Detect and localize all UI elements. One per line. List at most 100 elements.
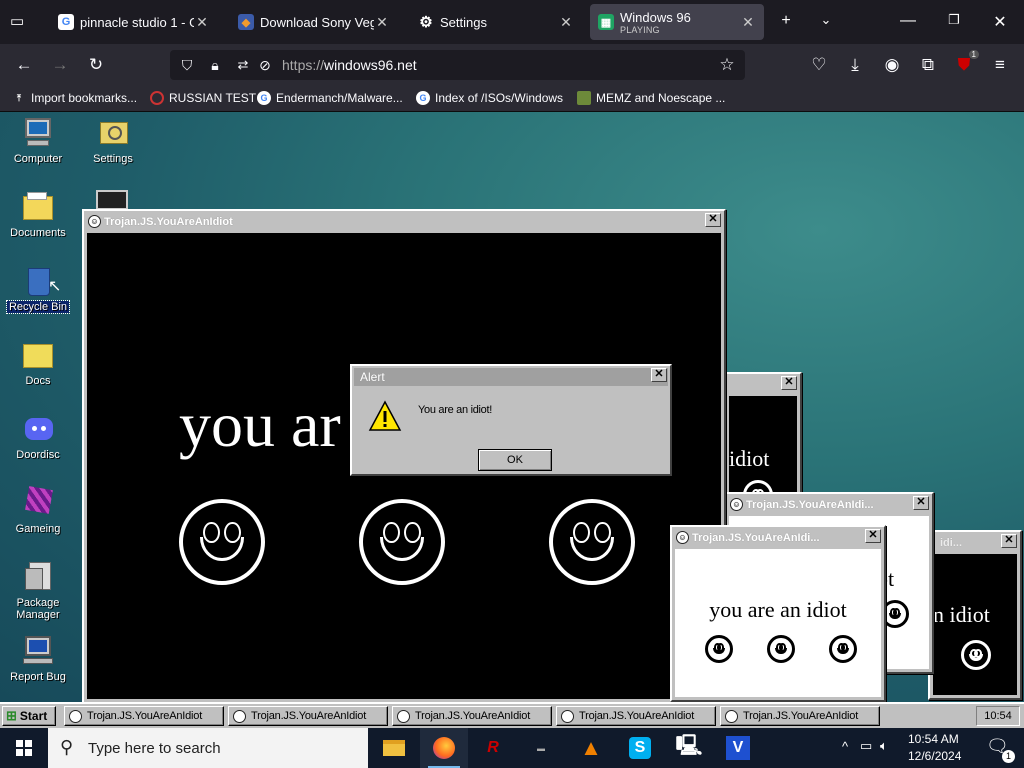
desktop-icon-gameing[interactable]: Gameing: [0, 486, 76, 535]
minimize-icon[interactable]: —: [898, 12, 918, 30]
smiley-icon: [359, 499, 445, 585]
app-dark-icon[interactable]: ▬: [517, 728, 565, 768]
system-time[interactable]: 10:54 AM: [908, 732, 959, 746]
alert-titlebar[interactable]: Alert: [354, 368, 668, 386]
close-icon[interactable]: ✕: [558, 14, 574, 31]
smiley-icon: [767, 635, 795, 663]
app-v-icon[interactable]: V: [714, 728, 762, 768]
ok-button[interactable]: OK: [478, 449, 552, 471]
desktop-icon-doordisc[interactable]: Doordisc: [0, 412, 76, 461]
restore-icon[interactable]: ❐: [944, 12, 964, 28]
taskbar-item[interactable]: Trojan.JS.YouAreAnIdiot: [64, 706, 224, 726]
firefox-icon[interactable]: [420, 728, 468, 768]
window-close-icon[interactable]: ✕: [990, 12, 1010, 32]
idiot-window-front[interactable]: ☺ Trojan.JS.YouAreAnIdi... ✕ you are an i…: [670, 525, 886, 702]
close-icon[interactable]: ✕: [913, 496, 929, 510]
window-titlebar[interactable]: ☺ Trojan.JS.YouAreAnIdi...: [674, 529, 882, 547]
close-icon[interactable]: ✕: [781, 376, 797, 390]
desktop-icon-settings[interactable]: Settings: [75, 116, 151, 165]
smiley-icon: ☺: [88, 215, 101, 228]
close-icon[interactable]: ✕: [651, 368, 667, 382]
tab-sony-vegas[interactable]: ◆ Download Sony Vegas Pr ✕: [230, 4, 398, 40]
desktop-icon-report-bug[interactable]: Report Bug: [0, 634, 76, 683]
tab-pinnacle[interactable]: G pinnacle studio 1 - Goo ✕: [50, 4, 218, 40]
tab-overview-icon[interactable]: ▭: [10, 12, 30, 32]
windows-start-button[interactable]: [0, 728, 48, 768]
url-bar[interactable]: ⛉ 🔒︎ ⇄ ⊘ https://windows96.net ☆: [170, 50, 745, 80]
network-icon[interactable]: ▭: [860, 738, 872, 754]
bookmark-russian-test[interactable]: RUSSIAN TEST: [150, 91, 256, 105]
account-icon[interactable]: ◉: [881, 54, 903, 76]
close-icon[interactable]: ✕: [865, 529, 881, 543]
reload-icon[interactable]: ↻: [85, 54, 107, 76]
taskbar-clock: 10:54: [976, 706, 1020, 726]
windows96-icon: ▦: [598, 14, 614, 30]
vlc-icon[interactable]: ▲: [567, 728, 615, 768]
new-tab-icon[interactable]: +: [776, 12, 796, 30]
bookmark-star-icon[interactable]: ☆: [716, 54, 738, 76]
report-bug-icon: [21, 634, 55, 668]
close-icon[interactable]: ✕: [194, 14, 210, 31]
close-icon[interactable]: ✕: [1001, 534, 1017, 548]
google-icon: G: [416, 91, 430, 105]
pocket-icon[interactable]: ♡: [808, 54, 830, 76]
file-explorer-icon[interactable]: [370, 728, 418, 768]
taskbar-item[interactable]: Trojan.JS.YouAreAnIdiot: [720, 706, 880, 726]
chevron-down-icon[interactable]: ⌄: [816, 12, 836, 28]
windows-taskbar: ⚲ Type here to search R ▬ ▲ S 🖳︎ V ^ ▭ 🔈…: [0, 728, 1024, 768]
discord-icon: [21, 412, 55, 446]
forward-icon[interactable]: →: [49, 54, 71, 76]
lock-icon[interactable]: 🔒︎: [204, 54, 226, 76]
desktop-icon-docs[interactable]: Docs: [0, 338, 76, 387]
gear-icon: ⚙: [419, 14, 433, 31]
warning-icon: [368, 400, 402, 431]
extensions-icon[interactable]: ⧉: [917, 54, 939, 76]
bookmark-import[interactable]: ⤒ Import bookmarks...: [12, 91, 137, 105]
bookmark-memz[interactable]: MEMZ and Noescape ...: [577, 91, 725, 105]
url-text[interactable]: https://windows96.net: [282, 57, 417, 73]
idiot-text: n idiot: [933, 602, 990, 627]
taskbar-item[interactable]: Trojan.JS.YouAreAnIdiot: [556, 706, 716, 726]
tab-title: Windows 96: [620, 9, 691, 25]
menu-icon[interactable]: ≡: [989, 54, 1011, 76]
system-date[interactable]: 12/6/2024: [908, 749, 961, 763]
windows-logo-icon: [16, 740, 32, 756]
window-titlebar[interactable]: ☺ Trojan.JS.YouAreAnIdiot: [86, 213, 722, 231]
idiot-text: you ar: [179, 389, 341, 460]
extension-badge: 1: [968, 50, 979, 59]
control-panel-icon[interactable]: 🖳︎: [665, 728, 713, 768]
skype-icon[interactable]: S: [616, 728, 664, 768]
taskbar-item[interactable]: Trojan.JS.YouAreAnIdiot: [392, 706, 552, 726]
idiot-window-far-right[interactable]: idi... ✕ n idiot: [928, 530, 1022, 700]
tab-windows96[interactable]: ▦ Windows 96 PLAYING ✕: [590, 4, 764, 40]
close-icon[interactable]: ✕: [705, 213, 721, 227]
ublock-icon[interactable]: ⛊ 1: [953, 50, 979, 76]
shield-favicon: ◆: [238, 14, 254, 30]
close-icon[interactable]: ✕: [374, 14, 390, 31]
autoplay-blocked-icon[interactable]: ⊘: [254, 54, 276, 76]
import-icon: ⤒: [17, 92, 21, 103]
taskbar-item[interactable]: Trojan.JS.YouAreAnIdiot: [228, 706, 388, 726]
chevron-up-icon[interactable]: ^: [842, 739, 848, 754]
volume-icon[interactable]: 🔈︎: [880, 738, 888, 754]
back-icon[interactable]: ←: [13, 54, 35, 76]
desktop-icon-computer[interactable]: Computer: [0, 116, 76, 165]
terminal-icon[interactable]: [96, 190, 128, 210]
downloads-icon[interactable]: ⤓: [844, 54, 866, 76]
idiot-window-back-right[interactable]: ✕ idiot: [724, 372, 802, 502]
bookmark-isos[interactable]: G Index of /ISOs/Windows: [416, 91, 563, 105]
app-r-icon[interactable]: R: [469, 728, 517, 768]
desktop-icon-recycle-bin[interactable]: ↖ Recycle Bin: [0, 264, 76, 314]
bookmark-endermanch[interactable]: G Endermanch/Malware...: [257, 91, 403, 105]
close-icon[interactable]: ✕: [740, 14, 756, 31]
taskbar-search-box[interactable]: ⚲ Type here to search: [48, 728, 368, 768]
permissions-icon[interactable]: ⇄: [232, 54, 254, 76]
game-cube-icon: [21, 486, 55, 520]
window-titlebar[interactable]: ☺ Trojan.JS.YouAreAnIdi...: [728, 496, 930, 514]
tracking-shield-icon[interactable]: ⛉: [176, 54, 198, 76]
desktop-icon-package-manager[interactable]: Package Manager: [0, 560, 76, 621]
alert-dialog[interactable]: Alert ✕ You are an idiot! OK: [350, 364, 672, 476]
start-button[interactable]: ⊞ Start: [2, 706, 56, 726]
tab-settings[interactable]: ⚙ Settings ✕: [410, 4, 582, 40]
desktop-icon-documents[interactable]: Documents: [0, 190, 76, 239]
